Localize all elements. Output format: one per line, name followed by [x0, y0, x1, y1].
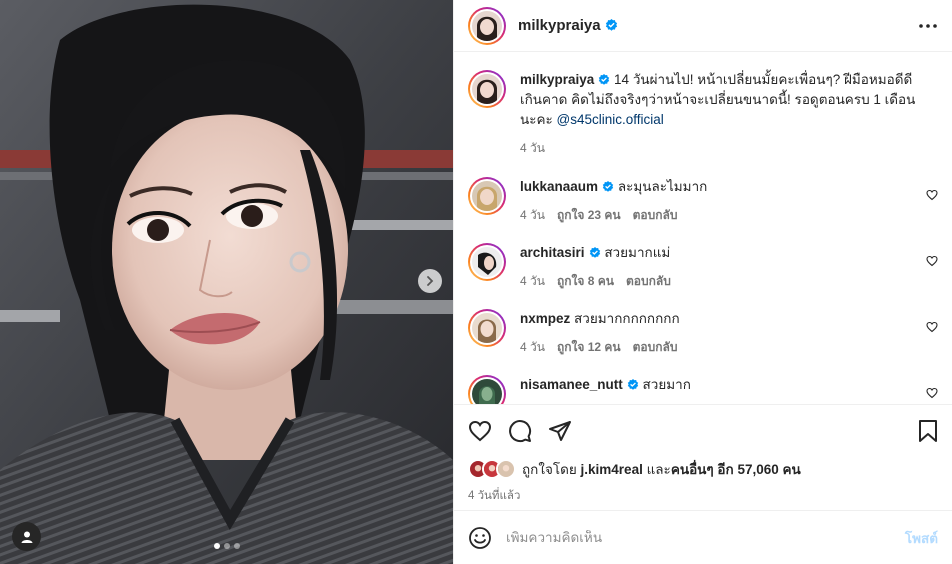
more-horizontal-icon	[919, 23, 937, 28]
post-header: milkypraiya	[454, 0, 952, 52]
carousel-dot	[224, 543, 230, 549]
comment-like-heart-icon[interactable]	[926, 189, 938, 201]
comment-time[interactable]: 4 วัน	[520, 338, 545, 357]
comment-item: architasiri สวยมากแม่ 4 วัน ถูกใจ 8 คน ต…	[468, 243, 938, 291]
emoji-icon	[469, 526, 491, 549]
avatar	[496, 459, 516, 479]
avatar	[472, 313, 502, 343]
comment-icon	[509, 420, 532, 443]
bookmark-icon	[919, 420, 937, 442]
comment-like-heart-icon[interactable]	[926, 387, 938, 399]
story-ring[interactable]	[468, 309, 506, 347]
liker-avatars	[468, 459, 516, 479]
comment-username[interactable]: architasiri	[520, 245, 585, 260]
comment-text: สวยมากแม่	[604, 245, 671, 260]
comment-time[interactable]: 4 วัน	[520, 272, 545, 291]
verified-badge-icon	[602, 181, 614, 192]
comment-likes-count[interactable]: ถูกใจ 8 คน	[557, 272, 614, 291]
avatar	[472, 247, 502, 277]
share-button[interactable]	[548, 419, 572, 443]
comment-text: ละมุนละไมมาก	[617, 179, 708, 194]
story-ring[interactable]	[468, 6, 506, 45]
caption-mention-link[interactable]: @s45clinic.official	[557, 112, 664, 127]
comment-like-heart-icon[interactable]	[926, 321, 938, 333]
story-ring[interactable]	[468, 243, 506, 281]
comment-text: สวยมาก	[642, 377, 691, 392]
like-button[interactable]	[468, 419, 492, 443]
verified-badge-icon	[627, 379, 638, 390]
comment-likes-count[interactable]: ถูกใจ 12 คน	[557, 338, 621, 357]
post-media	[0, 0, 453, 564]
avatar	[472, 74, 502, 104]
comment-like-heart-icon[interactable]	[926, 255, 938, 267]
comment-input[interactable]	[506, 530, 905, 545]
comment-reply-button[interactable]: ตอบกลับ	[626, 272, 671, 291]
carousel-dot	[234, 543, 240, 549]
caption-time: 4 วัน	[520, 141, 545, 155]
post-photo	[0, 0, 453, 564]
comment-item: lukkanaaum ละมุนละไมมาก 4 วัน ถูกใจ 23 ค…	[468, 177, 938, 225]
comment-item: nisamanee_nutt สวยมาก	[468, 375, 938, 404]
verified-badge-icon	[599, 74, 610, 85]
comment-text: สวยมากกกกกกกก	[574, 311, 680, 326]
comment-time[interactable]: 4 วัน	[520, 206, 545, 225]
more-options-button[interactable]	[918, 23, 938, 29]
story-ring[interactable]	[468, 375, 506, 404]
avatar	[472, 379, 502, 404]
post-caption: milkypraiya 14 วันผ่านไป! หน้าเปลี่ยนมั้…	[468, 70, 938, 158]
verified-badge-icon	[589, 247, 600, 258]
comment-reply-button[interactable]: ตอบกลับ	[633, 338, 678, 357]
add-comment-bar: โพสต์	[454, 510, 952, 564]
avatar	[472, 10, 502, 41]
user-icon	[21, 531, 32, 543]
send-icon	[549, 421, 571, 441]
caption-username[interactable]: milkypraiya	[520, 72, 594, 87]
post-comment-button[interactable]: โพสต์	[905, 527, 938, 549]
comment-username[interactable]: nisamanee_nutt	[520, 377, 623, 392]
comment-button[interactable]	[508, 419, 532, 443]
post-author-username[interactable]: milkypraiya	[518, 17, 601, 34]
heart-icon	[468, 420, 492, 442]
comments-list[interactable]: milkypraiya 14 วันผ่านไป! หน้าเปลี่ยนมั้…	[454, 52, 952, 404]
likes-others-link[interactable]: คนอื่นๆ อีก 57,060 คน	[671, 462, 801, 477]
likes-prefix: ถูกใจโดย	[522, 462, 581, 477]
comment-item: nxmpez สวยมากกกกกกกก 4 วัน ถูกใจ 12 คน ต…	[468, 309, 938, 357]
carousel-dots	[214, 543, 240, 549]
comment-likes-count[interactable]: ถูกใจ 23 คน	[557, 206, 621, 225]
comment-username[interactable]: nxmpez	[520, 311, 570, 326]
likes-conjunction: และ	[642, 462, 671, 477]
story-ring[interactable]	[468, 70, 506, 108]
carousel-next-button[interactable]	[418, 269, 442, 293]
chevron-right-icon	[427, 276, 434, 286]
liked-by-user-link[interactable]: j.kim4real	[581, 462, 643, 477]
comment-username[interactable]: lukkanaaum	[520, 179, 598, 194]
verified-badge-icon	[605, 19, 617, 31]
carousel-dot	[214, 543, 220, 549]
comment-reply-button[interactable]: ตอบกลับ	[633, 206, 678, 225]
tagged-users-button[interactable]	[12, 522, 41, 551]
story-ring[interactable]	[468, 177, 506, 215]
post-dialog: milkypraiya milkypraiya 14 วันผ่านไป! หน…	[0, 0, 952, 564]
avatar	[472, 181, 502, 211]
emoji-button[interactable]	[468, 526, 492, 550]
post-side-panel: milkypraiya milkypraiya 14 วันผ่านไป! หน…	[453, 0, 952, 564]
save-button[interactable]	[918, 419, 938, 443]
likes-summary: ถูกใจโดย j.kim4real และคนอื่นๆ อีก 57,06…	[468, 458, 938, 480]
post-timestamp[interactable]: 4 วันที่แล้ว	[468, 487, 938, 505]
